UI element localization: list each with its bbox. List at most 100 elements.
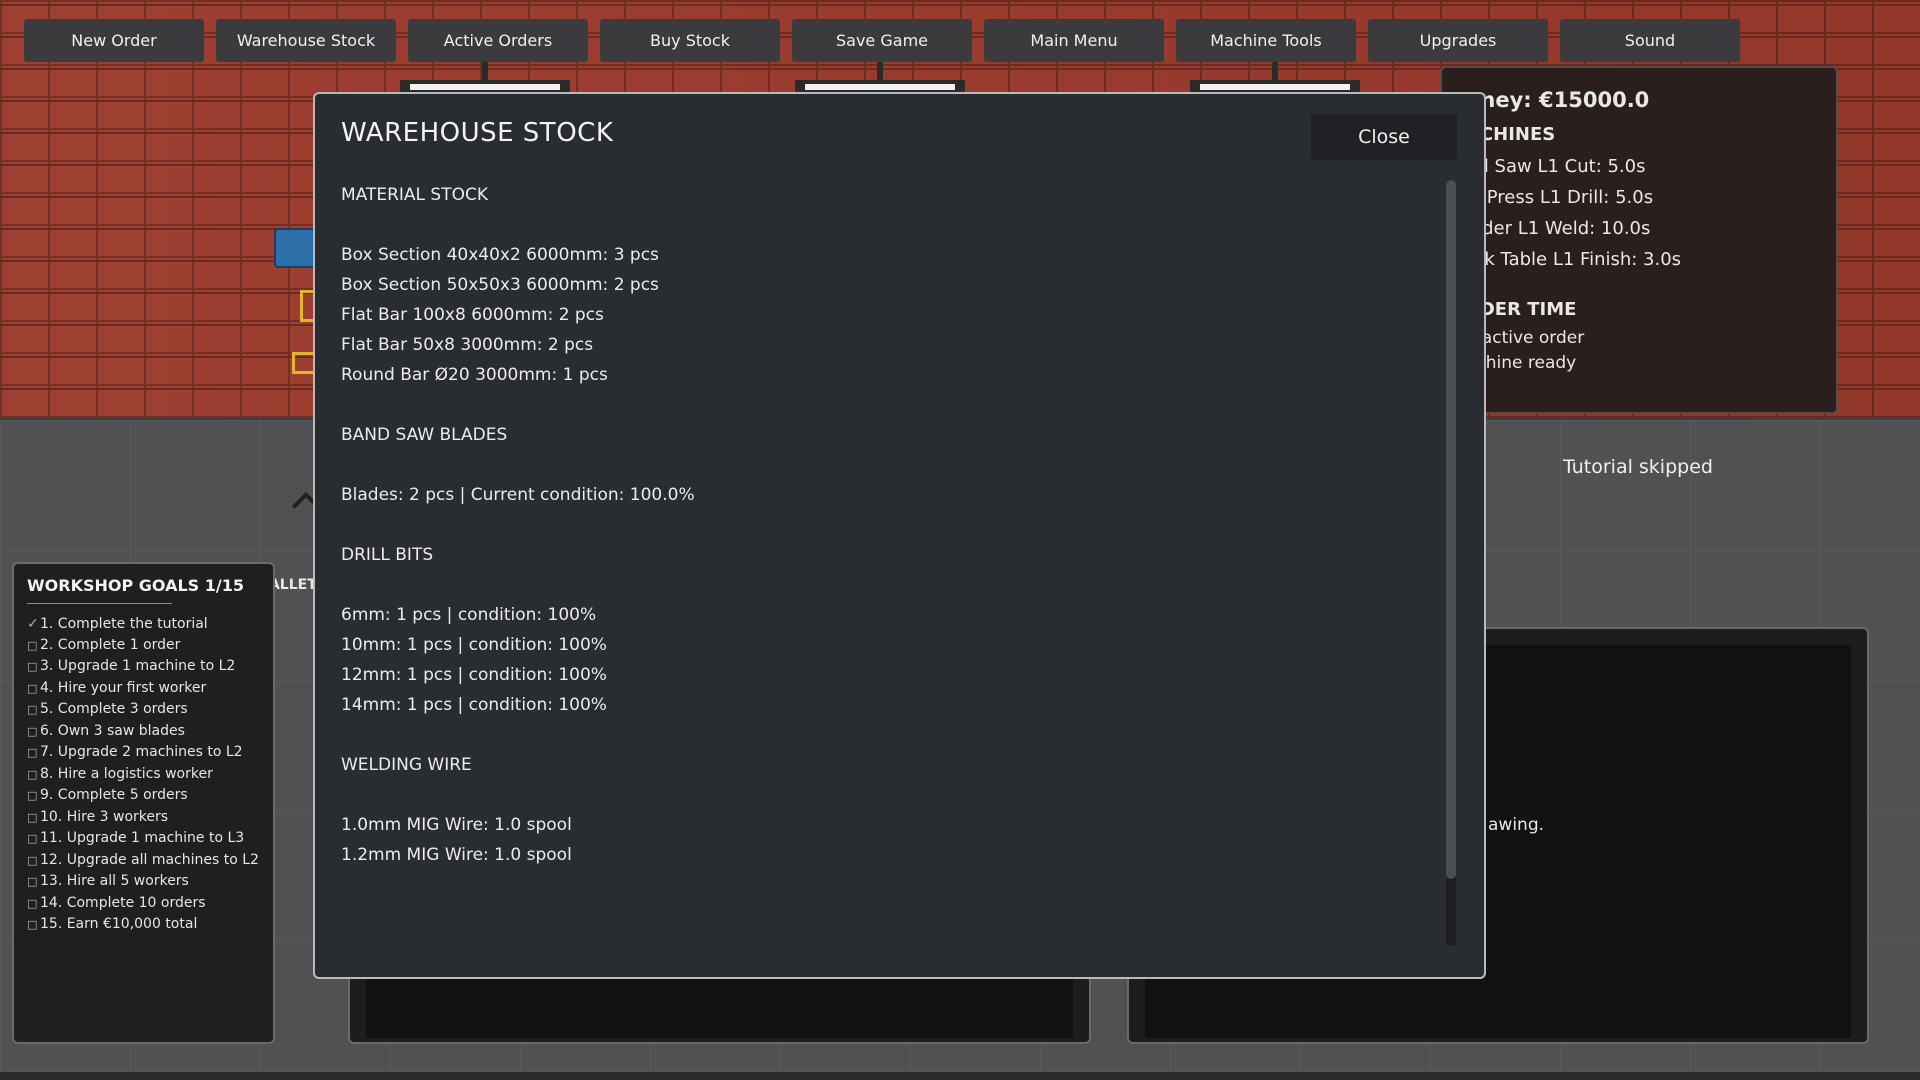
dialog-title: WAREHOUSE STOCK (341, 118, 614, 148)
warehouse-stock-dialog: WAREHOUSE STOCK Close MATERIAL STOCK Box … (313, 92, 1486, 979)
stock-row: 1.0mm MIG Wire: 1.0 spool (341, 815, 572, 835)
empty-checkbox-icon: □ (27, 703, 38, 716)
goals-title: WORKSHOP GOALS 1/15 (27, 576, 244, 595)
machine-status-line: elder L1 Weld: 10.0s (1466, 218, 1651, 239)
goal-label: 6. Own 3 saw blades (40, 722, 185, 739)
goal-label: 1. Complete the tutorial (40, 616, 208, 632)
stock-row: Blades: 2 pcs | Current condition: 100.0… (341, 485, 695, 505)
top-menu-bar: New Order Warehouse Stock Active Orders … (24, 19, 1740, 62)
ceiling-lamp (795, 62, 965, 92)
empty-checkbox-icon: □ (27, 918, 38, 931)
stock-row: 12mm: 1 pcs | condition: 100% (341, 665, 607, 685)
ceiling-lamp (400, 62, 570, 92)
stock-row: 6mm: 1 pcs | condition: 100% (341, 605, 597, 625)
machine-marker[interactable] (274, 228, 318, 268)
goal-label: 7. Upgrade 2 machines to L2 (40, 744, 243, 760)
machine-ready-status: achine ready (1466, 353, 1577, 373)
scrollbar[interactable] (1446, 180, 1456, 946)
empty-checkbox-icon: □ (27, 832, 38, 845)
goal-label: 14. Complete 10 orders (40, 894, 206, 911)
main-menu-button[interactable]: Main Menu (984, 19, 1164, 62)
section-heading: WELDING WIRE (341, 755, 472, 775)
section-heading: DRILL BITS (341, 545, 434, 565)
goal-item: □ 12. Upgrade all machines to L2 (27, 850, 273, 872)
empty-checkbox-icon: □ (27, 638, 38, 652)
goal-label: 13. Hire all 5 workers (40, 873, 189, 889)
stock-row: Round Bar Ø20 3000mm: 1 pcs (341, 365, 608, 385)
buy-stock-button[interactable]: Buy Stock (600, 19, 780, 62)
close-button[interactable]: Close (1311, 114, 1457, 160)
empty-checkbox-icon: □ (27, 681, 38, 695)
stock-list: MATERIAL STOCK Box Section 40x40x2 6000mm… (341, 180, 1441, 880)
machine-status-line: ill Press L1 Drill: 5.0s (1466, 187, 1654, 208)
goal-label: 4. Hire your first worker (40, 679, 207, 696)
scrollbar-thumb[interactable] (1446, 180, 1456, 879)
workshop-goals-panel: WORKSHOP GOALS 1/15 ✓1. Complete the tut… (12, 562, 275, 1044)
active-orders-button[interactable]: Active Orders (408, 19, 588, 62)
goal-label: 15. Earn €10,000 total (40, 916, 198, 932)
goal-item: □ 8. Hire a logistics worker (27, 764, 273, 786)
goals-list: ✓1. Complete the tutorial □ 2. Complete 1 … (27, 614, 273, 936)
machine-tools-button[interactable]: Machine Tools (1176, 19, 1356, 62)
goal-label: 3. Upgrade 1 machine to L2 (40, 658, 236, 674)
checkmark-icon: ✓ (27, 616, 39, 632)
save-game-button[interactable]: Save Game (792, 19, 972, 62)
machines-heading: ACHINES (1466, 124, 1556, 145)
tutorial-status: Tutorial skipped (1563, 456, 1713, 478)
goal-label: 11. Upgrade 1 machine to L3 (40, 830, 245, 846)
new-order-button[interactable]: New Order (24, 19, 204, 62)
stock-row: Flat Bar 50x8 3000mm: 2 pcs (341, 335, 594, 355)
drawing-panel-text: awing. (1488, 815, 1545, 835)
goal-item: □ 14. Complete 10 orders (27, 893, 273, 915)
machine-status-line: nd Saw L1 Cut: 5.0s (1466, 156, 1646, 177)
goal-label: 2. Complete 1 order (40, 636, 181, 653)
goal-item: ✓1. Complete the tutorial (27, 614, 273, 635)
sound-button[interactable]: Sound (1560, 19, 1740, 62)
goal-item: □ 15. Earn €10,000 total (27, 914, 273, 936)
ceiling-lamp (1190, 62, 1360, 92)
section-heading: BAND SAW BLADES (341, 425, 508, 445)
stock-row: 1.2mm MIG Wire: 1.0 spool (341, 845, 572, 865)
goal-label: 8. Hire a logistics worker (40, 765, 213, 782)
goal-label: 12. Upgrade all machines to L2 (40, 851, 259, 868)
goal-item: □ 2. Complete 1 order (27, 635, 273, 657)
order-time-heading: RDER TIME (1466, 299, 1577, 320)
goal-item: □ 9. Complete 5 orders (27, 785, 273, 807)
floor-edge (0, 1072, 1920, 1080)
goal-label: 5. Complete 3 orders (40, 701, 188, 717)
upgrades-button[interactable]: Upgrades (1368, 19, 1548, 62)
machine-status-line: ork Table L1 Finish: 3.0s (1466, 249, 1682, 270)
empty-checkbox-icon: □ (27, 660, 38, 673)
empty-checkbox-icon: □ (27, 746, 38, 759)
section-heading: MATERIAL STOCK (341, 185, 489, 205)
empty-checkbox-icon: □ (27, 724, 38, 738)
stock-row: 14mm: 1 pcs | condition: 100% (341, 695, 607, 715)
money-readout: oney: €15000.0 (1466, 88, 1650, 112)
goal-label: 10. Hire 3 workers (40, 808, 169, 825)
empty-checkbox-icon: □ (27, 853, 38, 867)
stock-row: Box Section 40x40x2 6000mm: 3 pcs (341, 245, 659, 265)
goal-item: □ 5. Complete 3 orders (27, 699, 273, 721)
warehouse-stock-button[interactable]: Warehouse Stock (216, 19, 396, 62)
stock-row: Box Section 50x50x3 6000mm: 2 pcs (341, 275, 659, 295)
goal-item: □ 3. Upgrade 1 machine to L2 (27, 656, 273, 678)
goal-item: □ 7. Upgrade 2 machines to L2 (27, 742, 273, 764)
empty-checkbox-icon: □ (27, 789, 38, 802)
order-status: o active order (1466, 328, 1585, 348)
empty-checkbox-icon: □ (27, 810, 38, 824)
goal-item: □ 6. Own 3 saw blades (27, 721, 273, 743)
goal-item: □ 4. Hire your first worker (27, 678, 273, 700)
goal-label: 9. Complete 5 orders (40, 787, 188, 803)
stock-row: Flat Bar 100x8 6000mm: 2 pcs (341, 305, 604, 325)
goals-divider (27, 603, 172, 604)
stock-row: 10mm: 1 pcs | condition: 100% (341, 635, 607, 655)
goal-item: □ 13. Hire all 5 workers (27, 871, 273, 893)
empty-checkbox-icon: □ (27, 896, 38, 910)
empty-checkbox-icon: □ (27, 875, 38, 888)
